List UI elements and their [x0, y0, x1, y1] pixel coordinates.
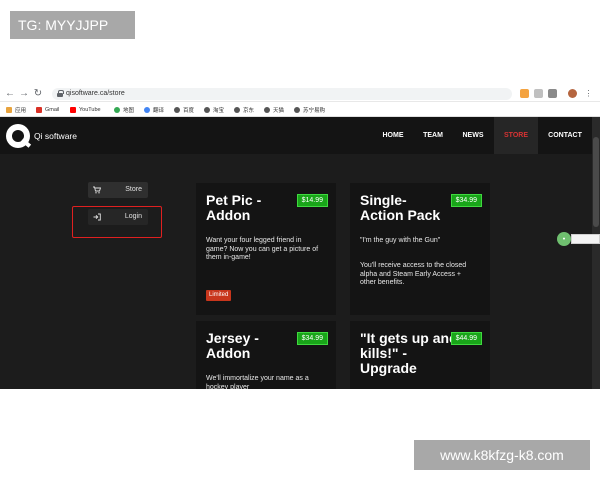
logo-text: Qi software	[34, 131, 77, 141]
bookmark-item[interactable]: 京东	[234, 102, 254, 117]
bookmark-item[interactable]: 地图	[114, 102, 134, 117]
product-quote: "I'm the guy with the Gun"	[360, 237, 441, 244]
product-title: Single-Action Pack	[360, 192, 441, 223]
bookmark-item[interactable]: 天猫	[264, 102, 284, 117]
widget-panel	[571, 234, 600, 244]
reload-icon[interactable]: ↻	[32, 87, 44, 101]
product-card[interactable]: Jersey - Addon $34.99 We'll immortalize …	[196, 321, 336, 389]
limited-badge: Limited	[206, 290, 232, 301]
product-description: Want your four legged friend in game? No…	[206, 237, 319, 261]
bookmark-item[interactable]: 翻译	[144, 102, 164, 117]
bookmark-item[interactable]: 苏宁易购	[294, 102, 325, 117]
nav-home[interactable]: HOME	[376, 117, 410, 154]
menu-item-store[interactable]: Store	[88, 182, 148, 198]
forward-icon[interactable]: →	[18, 87, 30, 101]
scrollbar[interactable]	[592, 117, 600, 389]
nav-team[interactable]: TEAM	[418, 117, 448, 154]
globe-icon	[204, 106, 210, 113]
login-highlight	[72, 206, 162, 238]
product-card[interactable]: Pet Pic - Addon $14.99 Want your four le…	[196, 183, 336, 315]
price-badge[interactable]: $44.99	[450, 332, 482, 345]
extension-icon[interactable]	[548, 89, 557, 98]
widget-bubble-icon: ●	[557, 232, 571, 246]
website: Qi software HOME TEAM NEWS STORE CONTACT…	[0, 117, 600, 389]
bookmark-item[interactable]: 百度	[174, 102, 194, 117]
menu-label: Store	[125, 186, 142, 193]
extension-icon[interactable]	[534, 89, 543, 98]
cart-icon	[93, 186, 101, 194]
screenshot-root: TG: MYYJJPP ← → ↻ qisoftware.ca/store ⋮ …	[0, 0, 600, 480]
apps-icon	[6, 106, 12, 113]
product-title: Jersey - Addon	[206, 330, 259, 361]
back-icon[interactable]: ←	[4, 87, 16, 101]
bookmark-item[interactable]: Gmail	[36, 102, 59, 117]
product-title: "It gets up and kills!" - Upgrade	[360, 330, 458, 376]
site-header: Qi software HOME TEAM NEWS STORE CONTACT	[0, 117, 600, 154]
qi-logo-icon[interactable]	[6, 124, 30, 148]
browser-toolbar: ← → ↻ qisoftware.ca/store ⋮	[0, 86, 600, 102]
gmail-icon	[36, 106, 42, 113]
extension-icon[interactable]	[520, 89, 529, 98]
scroll-thumb[interactable]	[593, 137, 599, 227]
product-description: We'll immortalize your name as a hockey …	[206, 375, 309, 389]
globe-icon	[294, 106, 300, 113]
globe-icon	[264, 106, 270, 113]
menu-dots-icon[interactable]: ⋮	[584, 89, 593, 98]
floating-widget[interactable]: ●	[557, 232, 600, 246]
watermark-bottom: www.k8kfzg-k8.com	[414, 440, 590, 470]
maps-icon	[114, 106, 120, 113]
nav-store[interactable]: STORE	[494, 117, 538, 154]
bookmark-item[interactable]: 淘宝	[204, 102, 224, 117]
globe-icon	[174, 106, 180, 113]
url-text: qisoftware.ca/store	[66, 90, 125, 97]
product-title: Pet Pic - Addon	[206, 192, 262, 223]
product-card[interactable]: Single-Action Pack $34.99 "I'm the guy w…	[350, 183, 490, 315]
price-badge[interactable]: $34.99	[296, 332, 328, 345]
nav-contact[interactable]: CONTACT	[542, 117, 588, 154]
price-badge[interactable]: $34.99	[450, 194, 482, 207]
avatar[interactable]	[568, 89, 577, 98]
bookmark-item[interactable]: YouTube	[70, 102, 101, 117]
watermark-top: TG: MYYJJPP	[10, 11, 135, 39]
youtube-icon	[70, 106, 76, 113]
nav-news[interactable]: NEWS	[456, 117, 490, 154]
translate-icon	[144, 106, 150, 113]
address-bar[interactable]: qisoftware.ca/store	[52, 88, 512, 100]
price-badge[interactable]: $14.99	[296, 194, 328, 207]
product-description: You'll receive access to the closed alph…	[360, 262, 467, 286]
lock-icon	[57, 90, 64, 97]
bookmarks-bar: 应用 Gmail YouTube 地图 翻译 百度 淘宝 京东 天猫 苏宁易购	[0, 102, 600, 117]
product-card[interactable]: "It gets up and kills!" - Upgrade $44.99	[350, 321, 490, 389]
bookmark-item[interactable]: 应用	[6, 102, 26, 117]
globe-icon	[234, 106, 240, 113]
